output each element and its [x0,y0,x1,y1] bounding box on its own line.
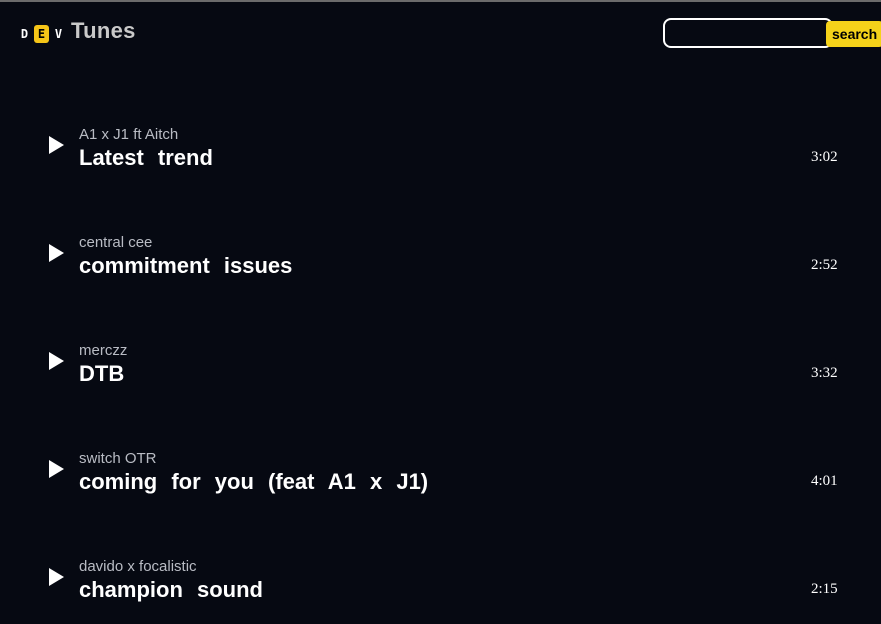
track-title[interactable]: DTB [79,361,124,387]
track-duration: 3:02 [811,149,838,165]
dev-logo[interactable]: D E V [17,24,68,44]
track-item: central cee commitment issues 2:52 [0,234,881,294]
track-item: davido x focalistic champion sound 2:15 [0,558,881,618]
track-item: switch OTR coming for you (feat A1 x J1)… [0,450,881,510]
play-icon[interactable] [49,136,64,154]
track-duration: 4:01 [811,473,838,489]
track-artist: central cee [79,234,153,251]
track-duration: 2:52 [811,257,838,273]
play-icon[interactable] [49,568,64,586]
logo-letter-d: D [20,27,29,41]
search-input[interactable] [663,18,833,48]
search-button[interactable]: search [826,21,881,47]
logo-letter-e: E [34,25,49,43]
brand-title: Tunes [71,18,136,43]
track-title[interactable]: champion sound [79,577,263,603]
track-duration: 2:15 [811,581,838,597]
track-artist: A1 x J1 ft Aitch [79,126,179,143]
track-artist: merczz [79,342,128,359]
track-item: merczz DTB 3:32 [0,342,881,402]
play-icon[interactable] [49,244,64,262]
track-artist: davido x focalistic [79,558,197,575]
track-duration: 3:32 [811,365,838,381]
track-title[interactable]: commitment issues [79,253,292,279]
track-item: A1 x J1 ft Aitch Latest trend 3:02 [0,126,881,186]
track-title[interactable]: Latest trend [79,145,213,171]
logo-letter-v: V [54,27,63,41]
track-title[interactable]: coming for you (feat A1 x J1) [79,469,428,495]
track-artist: switch OTR [79,450,157,467]
play-icon[interactable] [49,352,64,370]
top-bar: D E V Tunes search [0,2,881,62]
play-icon[interactable] [49,460,64,478]
